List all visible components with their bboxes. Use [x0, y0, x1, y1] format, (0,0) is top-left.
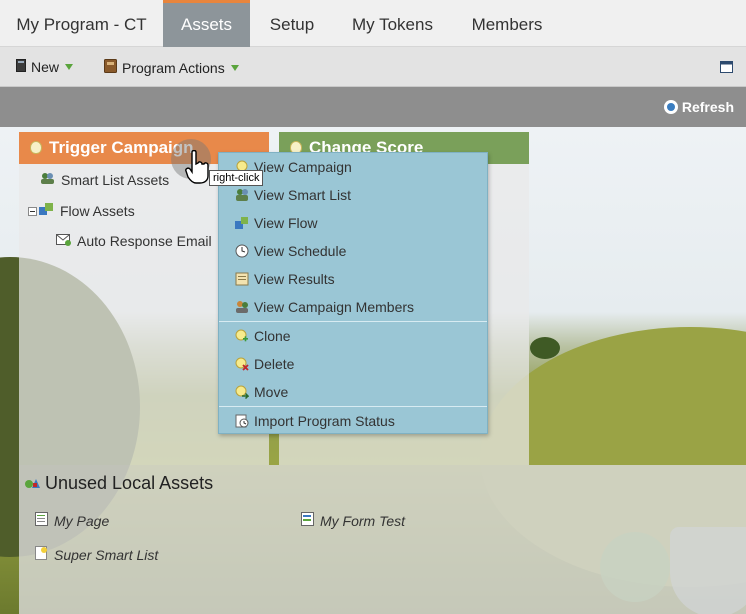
tree-shape [530, 337, 560, 359]
asset-label: My Page [54, 512, 110, 529]
context-menu: View Campaign View Smart List View Flow … [218, 152, 488, 434]
form-icon [301, 512, 315, 529]
toolbar: New Program Actions [0, 47, 746, 87]
import-status-icon [235, 414, 249, 428]
refresh-icon [663, 100, 678, 114]
unused-local-assets-heading: Unused Local Assets [25, 473, 213, 494]
menu-item-view-results[interactable]: View Results [219, 267, 487, 291]
email-icon [56, 232, 71, 249]
clone-icon [235, 329, 249, 343]
chevron-down-icon [65, 64, 74, 70]
shapes-icon [25, 473, 40, 494]
tab-assets[interactable]: Assets [163, 0, 250, 47]
menu-item-label: View Campaign Members [254, 299, 415, 315]
smart-list-icon [35, 546, 49, 563]
people-icon [235, 188, 249, 202]
menu-item-delete[interactable]: Delete [219, 352, 487, 376]
clock-icon [235, 244, 249, 258]
tree-item-label: Smart List Assets [61, 172, 170, 188]
tree-item-label: Flow Assets [60, 202, 135, 219]
lightbulb-icon [30, 141, 42, 154]
maximize-icon[interactable] [720, 61, 733, 76]
menu-item-view-flow[interactable]: View Flow [219, 211, 487, 235]
asset-my-page[interactable]: My Page [35, 512, 109, 529]
new-document-icon [16, 59, 26, 75]
menu-item-move[interactable]: Move [219, 380, 487, 404]
people-icon [40, 172, 55, 188]
menu-separator [219, 406, 487, 407]
hand-cursor-icon [185, 149, 211, 187]
members-icon [235, 300, 249, 314]
asset-label: Super Smart List [54, 546, 159, 563]
program-actions-button[interactable]: Program Actions [104, 59, 239, 76]
menu-item-label: View Campaign [254, 159, 352, 175]
asset-my-form-test[interactable]: My Form Test [301, 512, 405, 529]
collapse-icon [28, 203, 37, 219]
menu-item-import-program-status[interactable]: Import Program Status [219, 409, 487, 433]
tree-item-label: Auto Response Email [77, 232, 212, 249]
refresh-button[interactable]: Refresh [663, 99, 734, 115]
tree-item-auto-response-email[interactable]: Auto Response Email [56, 232, 212, 249]
move-icon [235, 385, 250, 400]
refresh-label: Refresh [681, 99, 734, 115]
tree-item-flow-assets[interactable]: Flow Assets [28, 202, 135, 219]
asset-label: My Form Test [320, 512, 406, 529]
flow-icon [39, 202, 54, 219]
delete-icon [235, 357, 249, 371]
menu-item-clone[interactable]: Clone [219, 324, 487, 348]
asset-super-smart-list[interactable]: Super Smart List [35, 546, 158, 563]
menu-item-label: View Results [254, 271, 335, 287]
program-actions-label: Program Actions [122, 59, 225, 76]
menu-item-label: View Flow [254, 215, 318, 231]
menu-separator [219, 321, 487, 322]
menu-item-label: Move [254, 384, 289, 400]
new-label: New [31, 59, 60, 75]
tab-members[interactable]: Members [451, 0, 563, 47]
chevron-down-icon [230, 64, 239, 71]
tree-item-smart-list-assets[interactable]: Smart List Assets [40, 172, 169, 188]
flow-icon [235, 216, 249, 230]
program-actions-icon [104, 59, 117, 76]
menu-item-view-schedule[interactable]: View Schedule [219, 239, 487, 263]
menu-item-view-smart-list[interactable]: View Smart List [219, 183, 487, 207]
right-click-tooltip: right-click [209, 170, 264, 186]
menu-item-label: Clone [254, 328, 291, 344]
tab-setup[interactable]: Setup [250, 0, 334, 47]
tab-bar: My Program - CT Assets Setup My Tokens M… [0, 0, 746, 47]
unused-local-assets-title: Unused Local Assets [45, 473, 214, 493]
page-icon [35, 512, 49, 529]
menu-item-label: View Smart List [254, 187, 351, 203]
new-button[interactable]: New [16, 59, 74, 75]
menu-item-label: Import Program Status [254, 413, 395, 429]
tab-my-program[interactable]: My Program - CT [0, 0, 163, 47]
menu-item-label: View Schedule [254, 243, 347, 259]
menu-item-label: Delete [254, 356, 295, 372]
refresh-strip: Refresh [0, 87, 746, 127]
tab-my-tokens[interactable]: My Tokens [334, 0, 451, 47]
results-icon [235, 272, 249, 286]
menu-item-view-campaign-members[interactable]: View Campaign Members [219, 295, 487, 319]
